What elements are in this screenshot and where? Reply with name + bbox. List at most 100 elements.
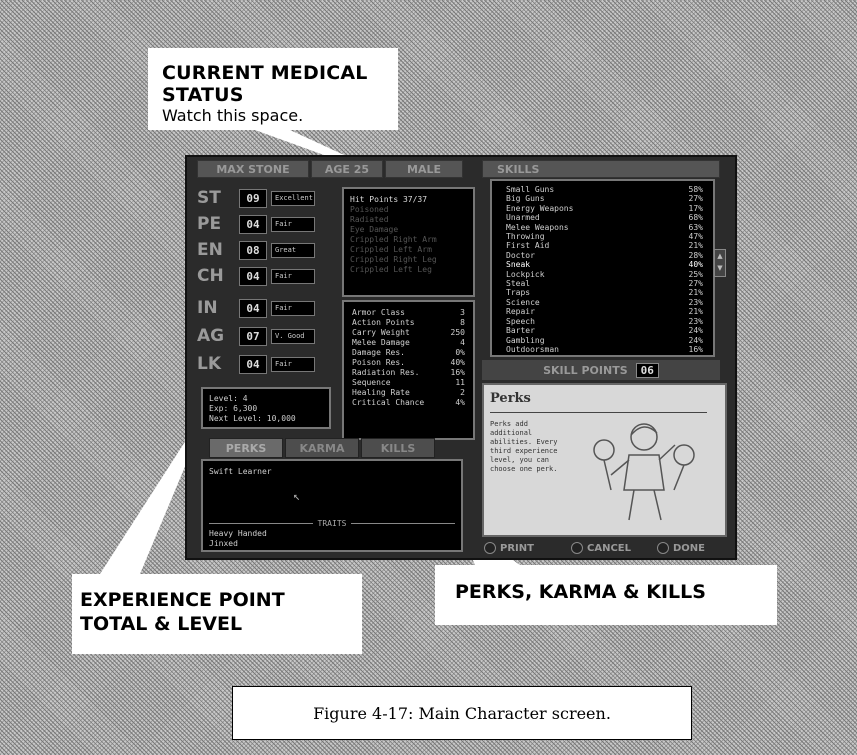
next-level-text: Next Level: 10,000: [209, 414, 296, 423]
stat-desc: Fair: [271, 300, 315, 316]
stat-abbr: IN: [197, 298, 218, 318]
vault-boy-perks-icon: [593, 423, 695, 521]
skill-points-value: 06: [635, 362, 659, 378]
stat-abbr: ST: [197, 188, 221, 208]
skill-row[interactable]: Steal 27%: [506, 279, 703, 288]
experience-text: Exp: 6,300: [209, 404, 258, 413]
figure-caption: Figure 4-17: Main Character screen.: [232, 686, 692, 740]
stat-value: 04: [239, 214, 267, 234]
skill-row[interactable]: Traps 21%: [506, 288, 703, 297]
level-panel: Level: 4 Exp: 6,300 Next Level: 10,000: [201, 387, 331, 429]
stat-abbr: AG: [197, 326, 225, 346]
stat-row-ch[interactable]: CH 04 Fair: [197, 265, 315, 287]
done-label: DONE: [673, 542, 706, 554]
info-card: Perks Perks add additional abilities. Ev…: [482, 383, 727, 537]
traits-title: TRAITS: [317, 519, 347, 528]
skill-row[interactable]: Small Guns 58%: [506, 185, 703, 194]
arrow-down-icon[interactable]: ▼: [717, 264, 722, 272]
stat-abbr: PE: [197, 214, 222, 234]
stat-row-in[interactable]: IN 04 Fair: [197, 297, 315, 319]
derived-row[interactable]: Armor Class 3: [352, 308, 465, 318]
derived-row[interactable]: Carry Weight 250: [352, 328, 465, 338]
stat-abbr: CH: [197, 266, 224, 286]
condition-eye-damage: Eye Damage: [350, 225, 399, 234]
derived-row[interactable]: Poison Res. 40%: [352, 358, 465, 368]
condition-crippled-left-leg: Crippled Left Leg: [350, 265, 432, 274]
derived-row[interactable]: Action Points 8: [352, 318, 465, 328]
character-screen: MAX STONE AGE 25 MALE ST 09 Excellent PE…: [185, 155, 737, 560]
skill-row[interactable]: Lockpick 25%: [506, 270, 703, 279]
derived-row[interactable]: Sequence 11: [352, 378, 465, 388]
stat-value: 07: [239, 326, 267, 346]
stat-desc: Fair: [271, 268, 315, 284]
skill-row[interactable]: Barter 24%: [506, 326, 703, 335]
print-dot-icon: [484, 542, 496, 554]
skill-row[interactable]: Gambling 24%: [506, 336, 703, 345]
stat-row-pe[interactable]: PE 04 Fair: [197, 213, 315, 235]
stat-value: 08: [239, 240, 267, 260]
derived-row[interactable]: Damage Res. 0%: [352, 348, 465, 358]
derived-row[interactable]: Radiation Res. 16%: [352, 368, 465, 378]
done-dot-icon: [657, 542, 669, 554]
hit-points: Hit Points 37/37: [350, 195, 428, 204]
skill-points-label: SKILL POINTS: [543, 363, 628, 377]
skills-header: SKILLS: [482, 160, 720, 178]
derived-row[interactable]: Critical Chance 4%: [352, 398, 465, 408]
stat-value: 04: [239, 266, 267, 286]
derived-row[interactable]: Melee Damage 4: [352, 338, 465, 348]
skill-row[interactable]: Science 23%: [506, 298, 703, 307]
skill-row[interactable]: Big Guns 27%: [506, 194, 703, 203]
skill-row[interactable]: Melee Weapons 63%: [506, 223, 703, 232]
skill-row[interactable]: Throwing 47%: [506, 232, 703, 241]
skill-row-selected[interactable]: Sneak 40%: [506, 260, 703, 269]
name-button[interactable]: MAX STONE: [197, 160, 309, 178]
cancel-button[interactable]: CANCEL: [571, 539, 631, 557]
derived-row[interactable]: Healing Rate 2: [352, 388, 465, 398]
done-button[interactable]: DONE: [657, 539, 705, 557]
print-button[interactable]: PRINT: [484, 539, 534, 557]
cancel-label: CANCEL: [587, 542, 631, 554]
condition-radiated: Radiated: [350, 215, 389, 224]
trait-entry[interactable]: Heavy Handed: [209, 529, 267, 539]
print-label: PRINT: [500, 542, 534, 554]
stat-row-ag[interactable]: AG 07 V. Good: [197, 325, 315, 347]
perk-entry[interactable]: Swift Learner: [209, 467, 455, 477]
stat-row-en[interactable]: EN 08 Great: [197, 239, 315, 261]
stat-abbr: LK: [197, 354, 222, 374]
perks-panel: Swift Learner ↖ TRAITS Heavy Handed Jinx…: [201, 459, 463, 552]
stat-desc: Great: [271, 242, 315, 258]
condition-crippled-right-leg: Crippled Right Leg: [350, 255, 437, 264]
stat-desc: V. Good: [271, 328, 315, 344]
stat-value: 04: [239, 354, 267, 374]
tab-kills[interactable]: KILLS: [361, 438, 435, 458]
level-text: Level: 4: [209, 394, 248, 403]
stat-abbr: EN: [197, 240, 223, 260]
info-card-title: Perks: [490, 391, 531, 406]
info-card-text: Perks add additional abilities. Every th…: [490, 420, 558, 473]
tab-karma[interactable]: KARMA: [285, 438, 359, 458]
traits-divider: TRAITS: [209, 519, 455, 528]
skill-row[interactable]: Speech 23%: [506, 317, 703, 326]
condition-crippled-left-arm: Crippled Left Arm: [350, 245, 432, 254]
tab-perks[interactable]: PERKS: [209, 438, 283, 458]
sex-button[interactable]: MALE: [385, 160, 463, 178]
skill-row[interactable]: Doctor 28%: [506, 251, 703, 260]
stat-row-lk[interactable]: LK 04 Fair: [197, 353, 315, 375]
stat-row-st[interactable]: ST 09 Excellent: [197, 187, 315, 209]
age-button[interactable]: AGE 25: [311, 160, 383, 178]
skill-adjust-arrows[interactable]: ▲ ▼: [714, 249, 726, 277]
cancel-dot-icon: [571, 542, 583, 554]
stat-value: 04: [239, 298, 267, 318]
stat-desc: Fair: [271, 216, 315, 232]
skill-row[interactable]: Outdoorsman 16%: [506, 345, 703, 354]
skill-row[interactable]: Energy Weapons 17%: [506, 204, 703, 213]
skill-row[interactable]: Repair 21%: [506, 307, 703, 316]
stat-desc: Excellent: [271, 190, 315, 206]
skills-panel: Small Guns 58% Big Guns 27% Energy Weapons…: [490, 179, 715, 357]
trait-entry[interactable]: Jinxed: [209, 539, 238, 549]
condition-poisoned: Poisoned: [350, 205, 389, 214]
arrow-up-icon[interactable]: ▲: [717, 252, 722, 260]
skill-row[interactable]: Unarmed 68%: [506, 213, 703, 222]
medical-status-panel: Hit Points 37/37 Poisoned Radiated Eye D…: [342, 187, 475, 297]
skill-row[interactable]: First Aid 21%: [506, 241, 703, 250]
